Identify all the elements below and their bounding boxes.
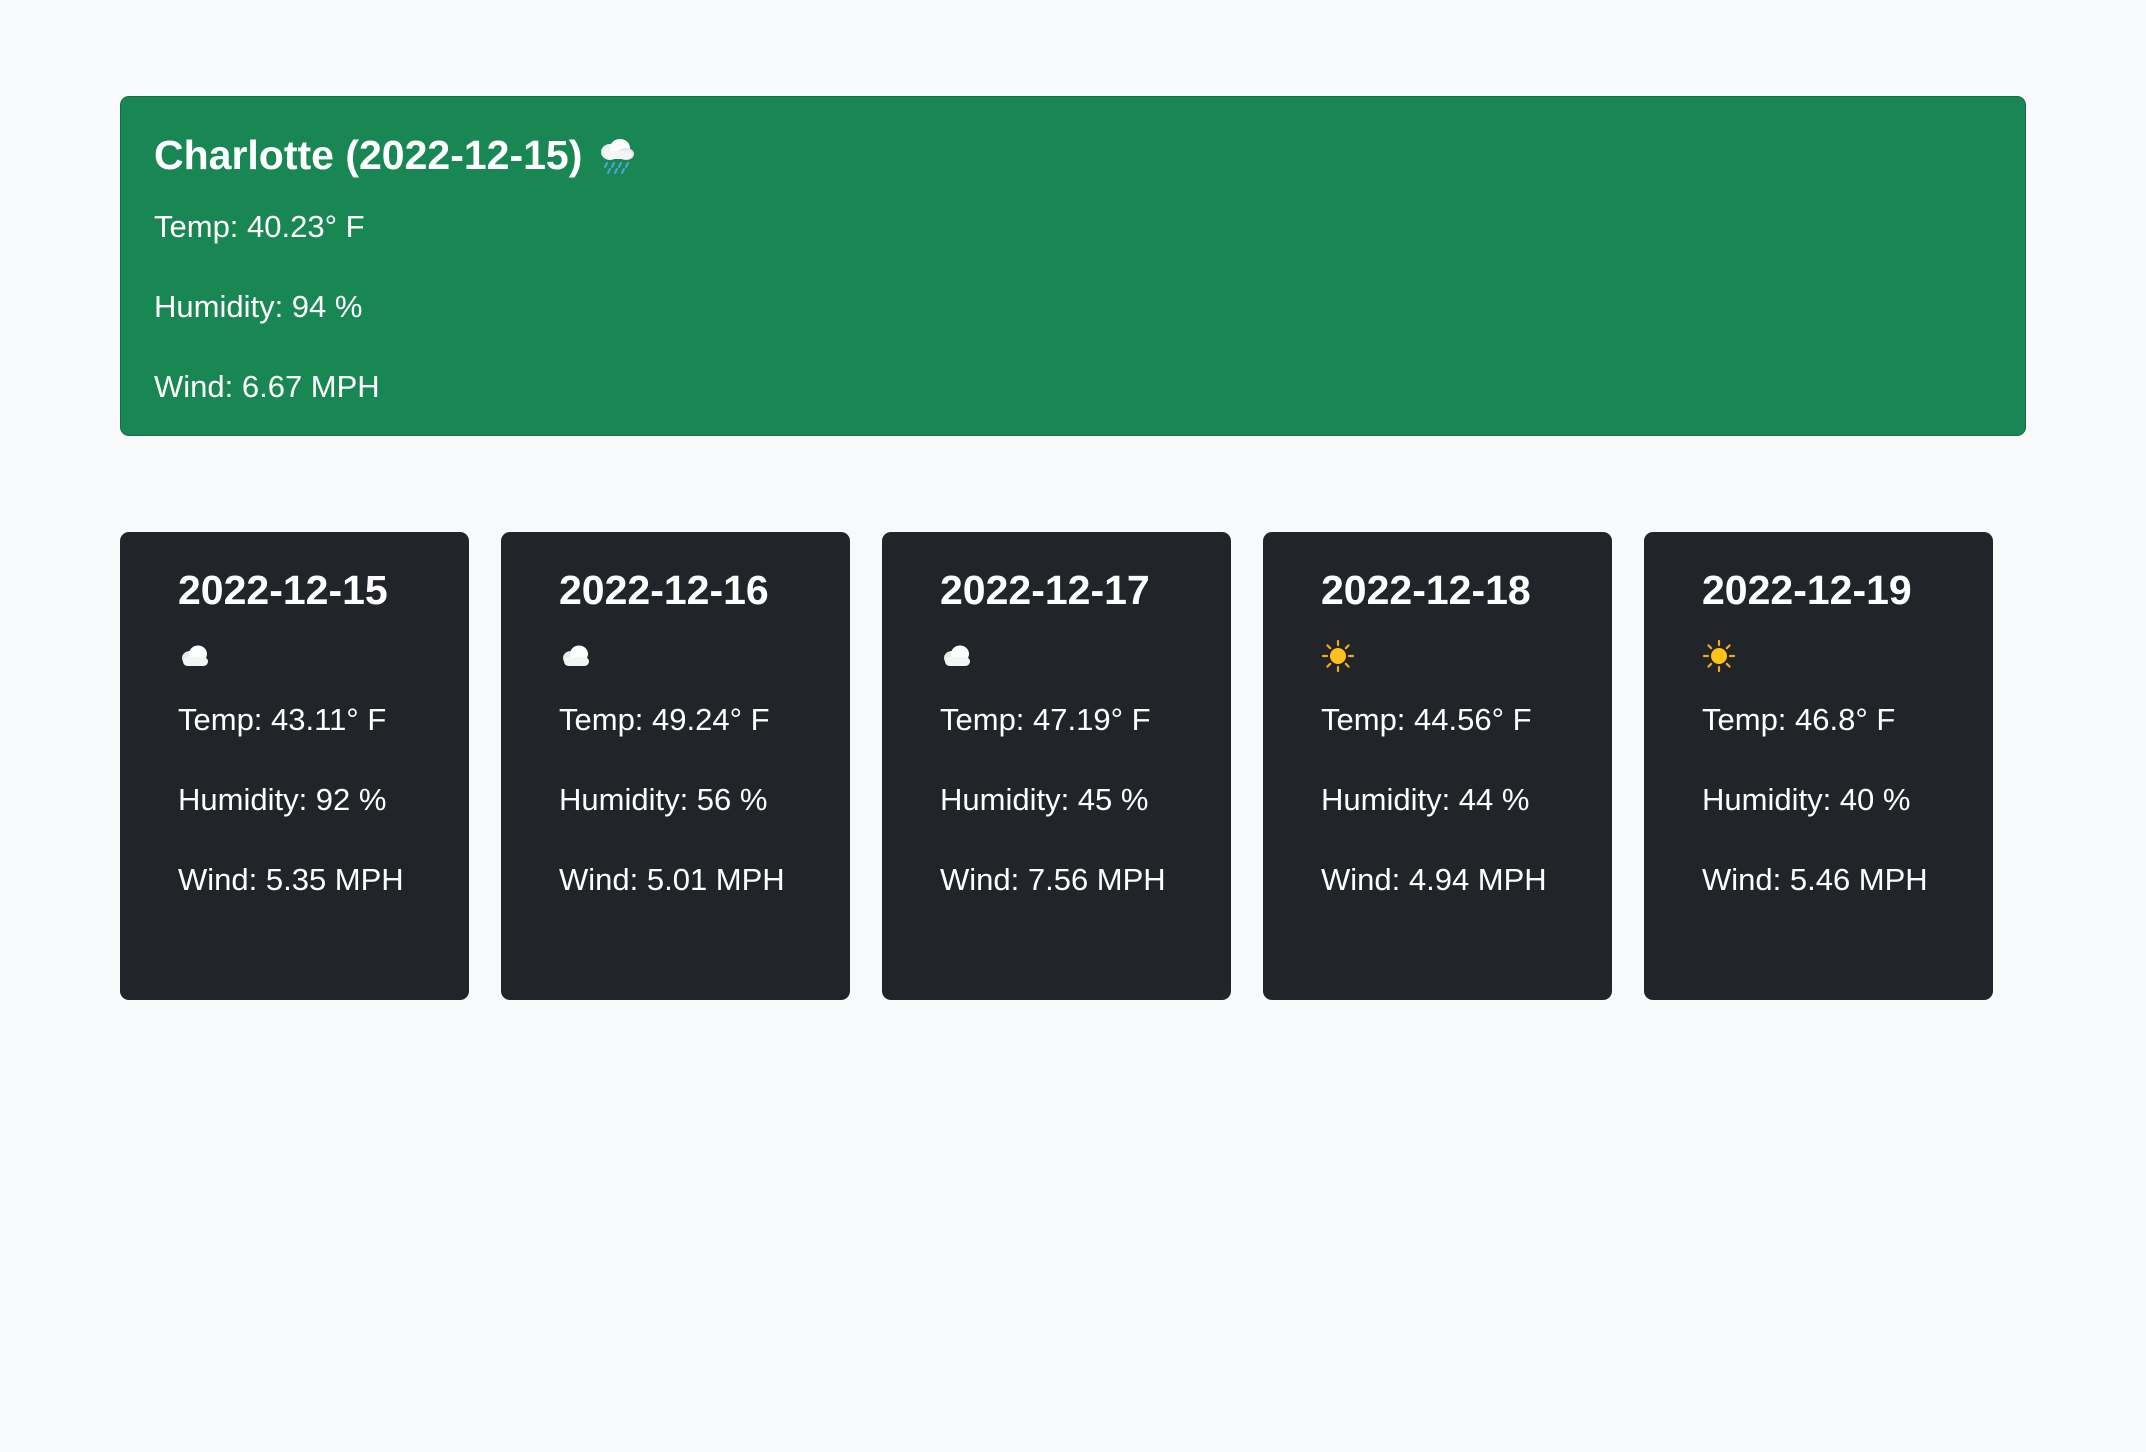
forecast-row: 2022-12-15 Temp: 43.11° F Humidity: 92 %… bbox=[120, 532, 1993, 1000]
forecast-date: 2022-12-16 bbox=[559, 567, 769, 613]
forecast-card: 2022-12-18 Temp: 44.56° F Humidity: 44 %… bbox=[1263, 532, 1612, 1000]
current-weather-heading: Charlotte (2022-12-15) bbox=[154, 131, 1992, 179]
forecast-humidity: Humidity: 44 % bbox=[1321, 782, 1530, 817]
cloud-icon bbox=[178, 638, 411, 674]
forecast-wind: Wind: 4.94 MPH bbox=[1321, 862, 1547, 897]
forecast-date: 2022-12-15 bbox=[178, 567, 388, 613]
forecast-humidity: Humidity: 45 % bbox=[940, 782, 1149, 817]
forecast-wind: Wind: 5.35 MPH bbox=[178, 862, 404, 897]
cloud-icon bbox=[559, 638, 792, 674]
rain-cloud-icon bbox=[596, 135, 636, 175]
forecast-wind: Wind: 5.01 MPH bbox=[559, 862, 785, 897]
forecast-humidity: Humidity: 40 % bbox=[1702, 782, 1911, 817]
current-temp: Temp: 40.23° F bbox=[154, 209, 365, 244]
forecast-date: 2022-12-19 bbox=[1702, 567, 1912, 613]
forecast-date: 2022-12-17 bbox=[940, 567, 1150, 613]
forecast-temp: Temp: 43.11° F bbox=[178, 702, 387, 737]
forecast-wind: Wind: 7.56 MPH bbox=[940, 862, 1166, 897]
forecast-temp: Temp: 49.24° F bbox=[559, 702, 770, 737]
sun-icon bbox=[1702, 638, 1935, 674]
forecast-temp: Temp: 44.56° F bbox=[1321, 702, 1532, 737]
current-weather-card: Charlotte (2022-12-15) Temp: 40.23° F Hu… bbox=[120, 96, 2026, 436]
forecast-card: 2022-12-19 Temp: 46.8° F Humidity: 40 % … bbox=[1644, 532, 1993, 1000]
forecast-card: 2022-12-16 Temp: 49.24° F Humidity: 56 %… bbox=[501, 532, 850, 1000]
forecast-temp: Temp: 47.19° F bbox=[940, 702, 1151, 737]
forecast-card: 2022-12-17 Temp: 47.19° F Humidity: 45 %… bbox=[882, 532, 1231, 1000]
cloud-icon bbox=[940, 638, 1173, 674]
current-wind: Wind: 6.67 MPH bbox=[154, 369, 380, 404]
forecast-humidity: Humidity: 56 % bbox=[559, 782, 768, 817]
current-humidity: Humidity: 94 % bbox=[154, 289, 363, 324]
sun-icon bbox=[1321, 638, 1554, 674]
forecast-temp: Temp: 46.8° F bbox=[1702, 702, 1896, 737]
forecast-humidity: Humidity: 92 % bbox=[178, 782, 387, 817]
current-city-date: Charlotte (2022-12-15) bbox=[154, 132, 583, 178]
forecast-card: 2022-12-15 Temp: 43.11° F Humidity: 92 %… bbox=[120, 532, 469, 1000]
forecast-date: 2022-12-18 bbox=[1321, 567, 1531, 613]
forecast-wind: Wind: 5.46 MPH bbox=[1702, 862, 1928, 897]
